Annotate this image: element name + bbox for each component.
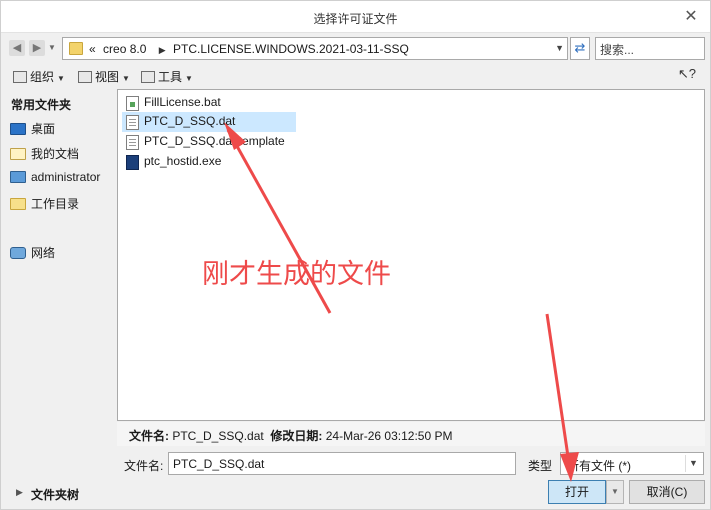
- file-name: FillLicense.bat: [144, 95, 221, 109]
- view-menu[interactable]: 视图 ▼: [78, 68, 130, 85]
- file-item-ptc-d-ssq-dat-template[interactable]: PTC_D_SSQ.dat.template: [122, 132, 322, 152]
- computer-icon: [10, 171, 26, 183]
- search-input[interactable]: 搜索...: [595, 37, 705, 60]
- view-label: 视图: [95, 70, 120, 84]
- file-name: ptc_hostid.exe: [144, 154, 222, 168]
- documents-icon: [10, 148, 26, 160]
- details-name-value: PTC_D_SSQ.dat: [172, 429, 264, 443]
- path-breadcrumb[interactable]: « creo 8.0 ▶ PTC.LICENSE.WINDOWS.2021-03…: [62, 37, 568, 60]
- data-file-icon: [126, 115, 139, 130]
- sidebar-item-label: 桌面: [31, 122, 56, 136]
- details-name-label: 文件名:: [129, 429, 169, 443]
- window-title: 选择许可证文件: [313, 12, 398, 26]
- annotation-text: 刚才生成的文件: [202, 259, 391, 290]
- breadcrumb: « creo 8.0 ▶ PTC.LICENSE.WINDOWS.2021-03…: [89, 42, 413, 56]
- expand-triangle-icon: ▶: [16, 487, 23, 497]
- file-name: PTC_D_SSQ.dat.template: [144, 134, 285, 148]
- sidebar-item-administrator[interactable]: administrator: [10, 170, 100, 184]
- breadcrumb-separator-icon: ▶: [158, 45, 166, 55]
- breadcrumb-overflow[interactable]: «: [89, 42, 96, 56]
- file-type-select[interactable]: 所有文件 (*) ▼: [560, 452, 704, 475]
- organize-label: 组织: [30, 70, 55, 84]
- refresh-icon[interactable]: ⇄: [570, 37, 590, 60]
- file-name: PTC_D_SSQ.dat: [144, 114, 236, 128]
- help-cursor-icon[interactable]: ↖?: [678, 66, 696, 82]
- tools-icon: [141, 71, 155, 83]
- sidebar-item-desktop[interactable]: 桌面: [10, 120, 55, 137]
- file-item-filllicense-bat[interactable]: FillLicense.bat: [122, 93, 296, 113]
- tools-menu[interactable]: 工具 ▼: [141, 68, 193, 85]
- folder-tree-label: 文件夹树: [31, 488, 80, 502]
- title-bar: 选择许可证文件 ✕: [1, 1, 710, 33]
- desktop-icon: [10, 123, 26, 135]
- filename-field[interactable]: [168, 452, 516, 475]
- cancel-button[interactable]: 取消(C): [629, 480, 705, 504]
- sidebar-item-network[interactable]: 网络: [10, 244, 55, 261]
- breadcrumb-item-license-folder[interactable]: PTC.LICENSE.WINDOWS.2021-03-11-SSQ: [173, 42, 409, 56]
- details-pane: 文件名: PTC_D_SSQ.dat 修改日期: 24-Mar-26 03:12…: [117, 422, 705, 446]
- sidebar-heading: 常用文件夹: [11, 98, 72, 112]
- details-modified-value: 24-Mar-26 03:12:50 PM: [325, 429, 453, 443]
- toolbar: 组织 ▼ 视图 ▼ 工具 ▼ ↖?: [1, 63, 710, 89]
- details-modified-label: 修改日期:: [270, 429, 323, 443]
- sidebar-item-working-directory[interactable]: 工作目录: [10, 195, 79, 212]
- view-icon: [78, 71, 92, 83]
- file-type-value: 所有文件 (*): [567, 459, 631, 473]
- file-item-ptc-d-ssq-dat[interactable]: PTC_D_SSQ.dat: [122, 112, 296, 132]
- working-directory-icon: [10, 198, 26, 210]
- folder-tree-toggle[interactable]: ▶ 文件夹树: [4, 479, 114, 507]
- open-dropdown-icon[interactable]: ▼: [606, 480, 624, 504]
- executable-file-icon: [126, 155, 139, 170]
- tools-label: 工具: [158, 70, 183, 84]
- sidebar-item-label: administrator: [31, 170, 101, 184]
- close-icon[interactable]: ✕: [682, 8, 700, 26]
- organize-menu[interactable]: 组织 ▼: [13, 68, 65, 85]
- organize-icon: [13, 71, 27, 83]
- breadcrumb-item-creo[interactable]: creo 8.0: [103, 42, 146, 56]
- chevron-down-icon: ▼: [185, 74, 193, 83]
- sidebar: 常用文件夹 桌面 我的文档 administrator 工作目录 网络: [4, 90, 114, 476]
- file-type-label: 类型: [528, 459, 553, 473]
- back-arrow-icon[interactable]: ◀: [9, 40, 25, 56]
- sidebar-item-my-documents[interactable]: 我的文档: [10, 145, 79, 162]
- sidebar-item-label: 我的文档: [31, 147, 80, 161]
- network-icon: [10, 247, 26, 259]
- filename-label: 文件名:: [124, 459, 164, 473]
- history-dropdown-icon[interactable]: ▼: [48, 43, 56, 52]
- open-button[interactable]: 打开: [548, 480, 606, 504]
- batch-file-icon: [126, 96, 139, 111]
- chevron-down-icon: ▼: [57, 74, 65, 83]
- sidebar-item-label: 工作目录: [31, 197, 80, 211]
- chevron-down-icon[interactable]: ▼: [685, 455, 701, 472]
- forward-arrow-icon[interactable]: ▶: [29, 40, 45, 56]
- chevron-down-icon: ▼: [122, 74, 130, 83]
- sidebar-item-label: 网络: [31, 246, 56, 260]
- folder-icon: [69, 42, 83, 55]
- data-file-icon: [126, 135, 139, 150]
- file-item-ptc-hostid-exe[interactable]: ptc_hostid.exe: [122, 152, 296, 172]
- address-bar: ◀ ▶ ▼ « creo 8.0 ▶ PTC.LICENSE.WINDOWS.2…: [1, 34, 710, 62]
- path-dropdown-icon[interactable]: ▼: [555, 43, 564, 53]
